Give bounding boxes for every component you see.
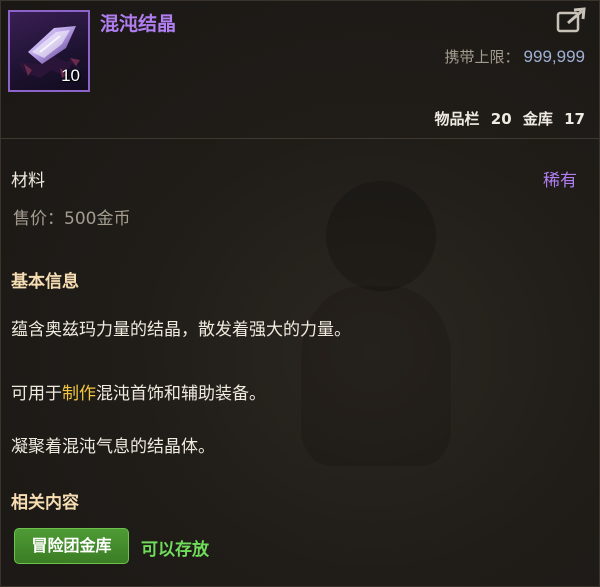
share-icon[interactable]	[556, 7, 588, 35]
carry-limit: 携带上限： 999,999	[445, 46, 585, 67]
carry-limit-value: 999,999	[523, 47, 585, 66]
chaos-crystal-icon[interactable]: 10	[8, 10, 90, 92]
carry-limit-label: 携带上限：	[444, 48, 520, 66]
background-silhouette-body	[301, 286, 451, 466]
item-name: 混沌结晶	[100, 13, 177, 35]
craft-keyword: 制作	[62, 384, 96, 404]
item-tooltip-panel: 10 混沌结晶 携带上限： 999,999 物品栏 20 金库 17 材料 稀有 …	[0, 0, 600, 587]
description-line-2-prefix: 可用于	[11, 384, 62, 404]
inventory-label: 物品栏	[434, 110, 480, 128]
background-silhouette	[326, 181, 436, 291]
description-line-2: 可用于制作混沌首饰和辅助装备。	[11, 379, 266, 404]
bank-label: 金库	[522, 110, 553, 128]
inventory-count: 20	[490, 110, 512, 128]
header-divider	[1, 138, 600, 139]
description-line-2-suffix: 混沌首饰和辅助装备。	[96, 384, 266, 404]
description-line-3: 凝聚着混沌气息的结晶体。	[11, 437, 215, 457]
item-category: 材料	[11, 171, 45, 191]
item-price: 售价：500金币	[13, 209, 131, 229]
related-content-title: 相关内容	[11, 493, 79, 513]
description-line-1: 蕴含奥兹玛力量的结晶，散发着强大的力量。	[11, 320, 351, 340]
bank-count: 17	[564, 110, 585, 128]
item-rarity: 稀有	[543, 171, 577, 191]
basic-info-title: 基本信息	[11, 272, 79, 292]
storage-allowed-note: 可以存放	[141, 540, 209, 560]
item-stack-count: 10	[61, 66, 80, 85]
inventory-counts: 物品栏 20 金库 17	[429, 108, 585, 129]
adventure-bank-button[interactable]: 冒险团金库	[14, 528, 129, 564]
